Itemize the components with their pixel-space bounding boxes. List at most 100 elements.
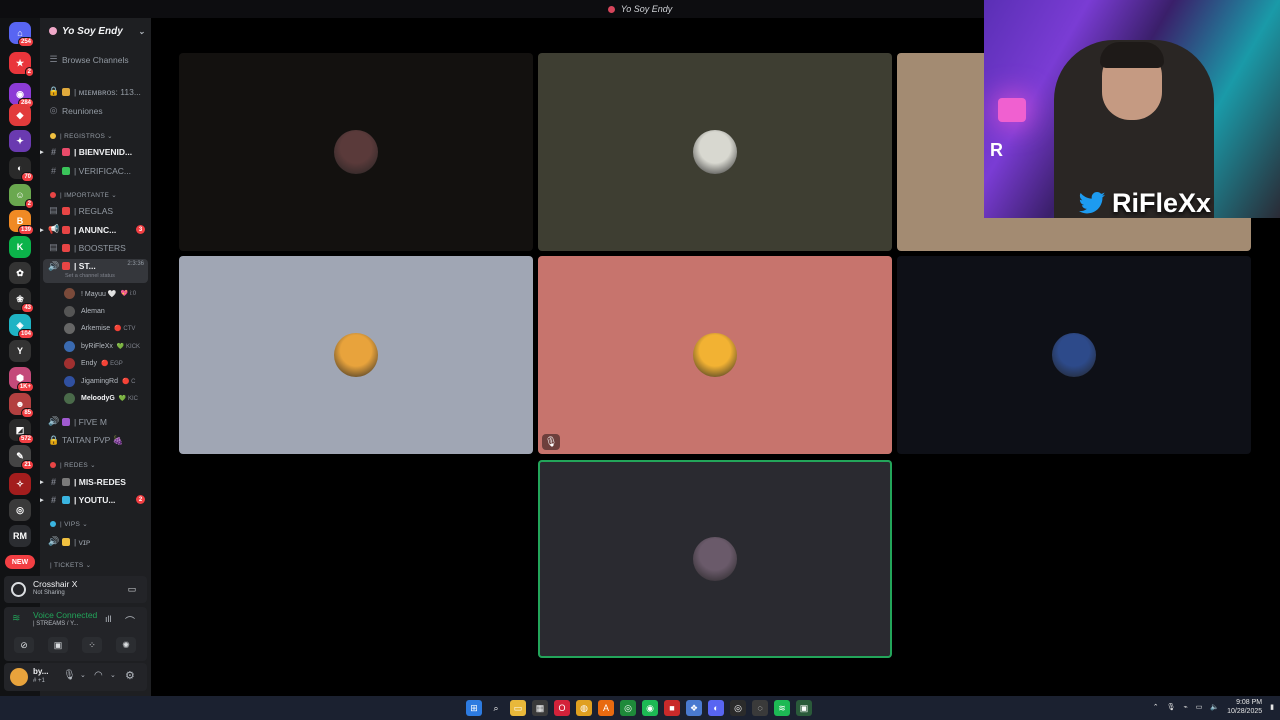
- obs-icon[interactable]: ◎: [730, 700, 746, 716]
- chevron-down-icon[interactable]: ⌄: [138, 27, 145, 36]
- soundboard-icon[interactable]: ✺: [116, 637, 136, 653]
- server-icon[interactable]: ⬢ 1K+: [9, 367, 34, 392]
- xbox-icon[interactable]: ◎: [620, 700, 636, 716]
- server-icon[interactable]: ★ 2: [9, 52, 34, 77]
- voice-channel-name[interactable]: | STREAMS / Y...: [33, 621, 78, 627]
- app-green-icon[interactable]: ▣: [796, 700, 812, 716]
- voice-user[interactable]: JigamingRd 🔴 C: [40, 374, 151, 389]
- mic-tray-icon[interactable]: 🎙: [1167, 703, 1176, 711]
- settings-gear-icon[interactable]: ⚙: [125, 669, 135, 682]
- server-icon[interactable]: ◉ 284: [9, 83, 34, 108]
- active-voice-channel[interactable]: 🔊 | ST... 2:3:36 Set a channel status: [43, 259, 148, 283]
- notifications-icon[interactable]: ▮: [1270, 703, 1274, 711]
- server-icon[interactable]: ◩ 572: [9, 419, 34, 444]
- channel-item[interactable]: ▸ 📢 | ANUNC... 3: [40, 222, 151, 237]
- channel-emoji-icon: [62, 225, 70, 234]
- channel-item[interactable]: # | VERIFICAC...: [40, 163, 151, 178]
- mention-badge: 2: [24, 67, 34, 77]
- participant-tile[interactable]: [897, 256, 1251, 454]
- disconnect-icon[interactable]: ⌒: [125, 613, 135, 628]
- display-icon[interactable]: ▭: [1196, 703, 1203, 711]
- app-a-icon[interactable]: A: [598, 700, 614, 716]
- channel-category[interactable]: | TICKETS ⌄: [40, 559, 151, 571]
- chrome-icon[interactable]: ◍: [576, 700, 592, 716]
- server-icon[interactable]: ✧: [9, 473, 31, 495]
- server-icon[interactable]: ❀ 43: [9, 288, 34, 313]
- server-icon[interactable]: ◎: [9, 499, 31, 521]
- server-icon[interactable]: Y: [9, 340, 31, 362]
- channel-item[interactable]: ▸ # | MIS-REDES: [40, 474, 151, 489]
- noise-icon[interactable]: ıll: [105, 614, 112, 624]
- participant-tile[interactable]: [179, 53, 533, 251]
- participant-tile[interactable]: [538, 53, 892, 251]
- activities-icon[interactable]: ⁘: [82, 637, 102, 653]
- voice-user[interactable]: byRiFleXx 💚 KICK: [40, 339, 151, 354]
- share-screen-icon[interactable]: ▭: [122, 581, 142, 597]
- server-icon[interactable]: RM: [9, 525, 31, 547]
- voice-user[interactable]: Arkemise 🔴 CTV: [40, 321, 151, 336]
- steam-icon[interactable]: ◌: [752, 700, 768, 716]
- avatar: [64, 393, 75, 404]
- participant-tile[interactable]: 🎙: [538, 256, 892, 454]
- file-explorer-icon[interactable]: ▭: [510, 700, 526, 716]
- channel-category[interactable]: | IMPORTANTE ⌄: [40, 189, 151, 201]
- discord-icon[interactable]: ◐: [708, 700, 724, 716]
- headphones-icon[interactable]: ◠: [94, 670, 103, 681]
- clock[interactable]: 9:08 PM 10/28/2025: [1227, 698, 1262, 716]
- chevron-down-icon[interactable]: ⌄: [110, 671, 116, 679]
- store-icon[interactable]: ▦: [532, 700, 548, 716]
- guild-badge-icon: [49, 27, 57, 35]
- search-icon[interactable]: ⌕: [488, 700, 504, 716]
- channel-item[interactable]: ▸ # | BIENVENID...: [40, 144, 151, 159]
- voice-user[interactable]: Aleman: [40, 304, 151, 319]
- channel-label: | ᴠɪᴘ: [74, 536, 91, 547]
- channel-item[interactable]: 🔊 | FIVE M: [40, 414, 151, 429]
- voice-user[interactable]: Endy 🔴 EGP: [40, 356, 151, 371]
- channel-item[interactable]: ▤ | REGLAS: [40, 203, 151, 218]
- volume-icon[interactable]: 🔈: [1210, 703, 1219, 711]
- server-icon[interactable]: ◈ 104: [9, 314, 34, 339]
- voice-user[interactable]: ! Mayuu 🤍 💖 i:0: [40, 286, 151, 301]
- participant-tile[interactable]: [538, 460, 892, 658]
- chevron-up-icon[interactable]: ⌃: [1153, 703, 1159, 711]
- camera-off-icon[interactable]: ⊘: [14, 637, 34, 653]
- server-icon[interactable]: ✎ 21: [9, 445, 34, 470]
- avatar[interactable]: [10, 668, 28, 686]
- participant-tile[interactable]: [179, 256, 533, 454]
- channel-item[interactable]: ◎ Reuniones: [40, 103, 151, 118]
- new-badge[interactable]: NEW: [5, 555, 35, 569]
- app-red-icon[interactable]: ■: [664, 700, 680, 716]
- chevron-down-icon[interactable]: ⌄: [80, 671, 86, 679]
- server-icon[interactable]: ☺ 2: [9, 184, 34, 209]
- network-icon[interactable]: ⌁: [1184, 703, 1188, 711]
- browse-channels[interactable]: ☰ Browse Channels: [40, 52, 151, 67]
- server-icon[interactable]: ☻ 85: [9, 393, 34, 418]
- channel-category[interactable]: | REDES ⌄: [40, 459, 151, 471]
- opera-icon[interactable]: O: [554, 700, 570, 716]
- server-icon[interactable]: ✦: [9, 130, 31, 152]
- windows-icon[interactable]: ⊞: [466, 700, 482, 716]
- screen-share-icon[interactable]: ▣: [48, 637, 68, 653]
- channel-category[interactable]: | REGISTROS ⌄: [40, 130, 151, 142]
- server-icon[interactable]: ◐ 70: [9, 157, 34, 182]
- spotify-green-icon[interactable]: ◉: [642, 700, 658, 716]
- channel-item[interactable]: 🔒 TAITAN PVP 🍇: [40, 433, 151, 448]
- voice-user[interactable]: MeloodyG 💚 KIC: [40, 391, 151, 406]
- system-tray: ⌃ 🎙 ⌁ ▭ 🔈 9:08 PM 10/28/2025 ▮: [1153, 698, 1274, 716]
- app-multi-icon[interactable]: ❖: [686, 700, 702, 716]
- microphone-icon[interactable]: 🎙: [63, 670, 76, 681]
- server-icon[interactable]: ✿: [9, 262, 31, 284]
- server-icon[interactable]: B 139: [9, 210, 34, 235]
- guild-header[interactable]: Yo Soy Endy ⌄: [40, 18, 151, 44]
- channel-status-hint[interactable]: Set a channel status: [65, 273, 115, 279]
- channel-item[interactable]: 🔊 | ᴠɪᴘ: [40, 534, 151, 549]
- spotify-icon[interactable]: ≋: [774, 700, 790, 716]
- channel-item[interactable]: ▤ | BOOSTERS: [40, 240, 151, 255]
- channel-category[interactable]: | VIPS ⌄: [40, 518, 151, 530]
- server-icon[interactable]: ◆: [9, 104, 31, 126]
- channel-item[interactable]: 🔒 | ᴍɪᴇᴍʙʀᴏs: 113...: [40, 84, 151, 99]
- server-icon[interactable]: K: [9, 236, 31, 258]
- server-icon[interactable]: ⌂ 254: [9, 22, 34, 47]
- channel-item[interactable]: ▸ # | YOUTU... 2: [40, 492, 151, 507]
- streamer-hair: [1100, 42, 1164, 68]
